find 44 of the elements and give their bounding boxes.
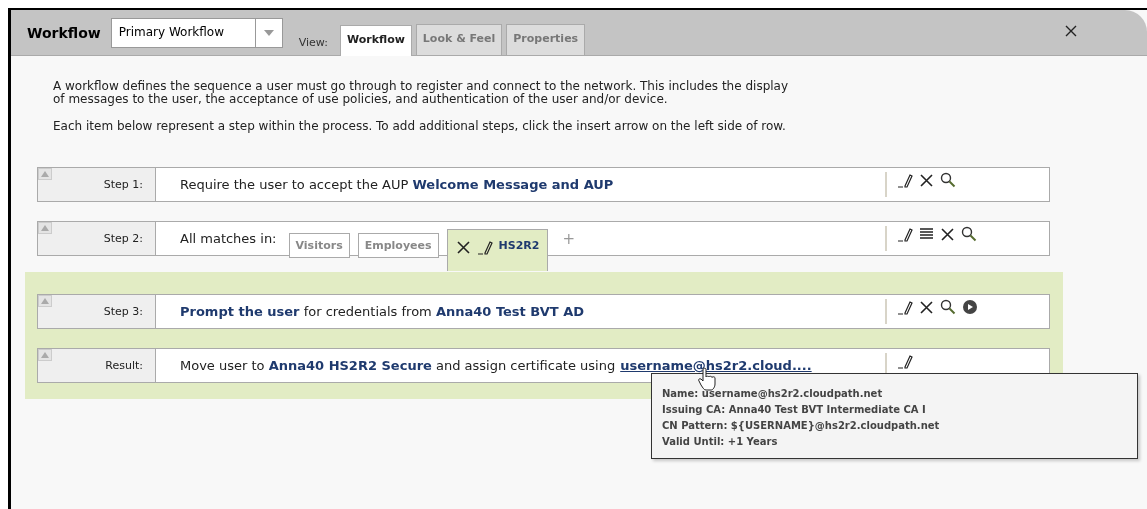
branch-tab[interactable]: Employees (357, 233, 439, 258)
step-text: Require the user to accept the AUP Welcome Message and AUP (180, 177, 614, 192)
certificate-link[interactable]: username@hs2r2.cloud.... (620, 358, 812, 373)
pencil-icon[interactable] (897, 353, 913, 369)
step-label: Step 3: (103, 305, 143, 318)
list-icon[interactable] (919, 226, 934, 242)
tooltip-line: CN Pattern: ${USERNAME}@hs2r2.cloudpath.net (662, 419, 941, 434)
step-text: Move user to Anna40 HS2R2 Secure and assign certificate using username@hs2r2.cloud.... (180, 358, 812, 373)
delete-icon[interactable] (919, 299, 934, 315)
caret-icon (263, 29, 274, 36)
branch-label: HS2R2 (498, 239, 540, 254)
intro-paragraph: Each item below represent a step within the process. To add additional steps, click the insert arrow on the left side of row. (53, 120, 787, 133)
tooltip-line: Issuing CA: Anna40 Test BVT Intermediate CA I (662, 403, 927, 417)
pencil-icon[interactable] (897, 299, 913, 315)
view-tab[interactable]: Look & Feel (415, 24, 503, 55)
pencil-icon[interactable] (897, 226, 913, 242)
search-icon[interactable] (940, 172, 956, 188)
search-icon[interactable] (961, 226, 977, 242)
view-tab[interactable]: Workflow (339, 25, 412, 56)
pencil-icon[interactable] (897, 172, 913, 188)
branch-label: Visitors (295, 239, 343, 252)
delete-icon[interactable] (455, 239, 471, 255)
step-label: Step 2: (103, 232, 143, 245)
window-title: Workflow (27, 24, 101, 41)
step-label: Step 1: (103, 178, 143, 191)
add-branch-button[interactable]: + (562, 229, 575, 248)
pencil-icon[interactable] (476, 239, 493, 255)
step-text: All matches in: (180, 231, 277, 246)
play-icon[interactable] (962, 299, 978, 315)
view-label: View: (298, 36, 328, 49)
workflow-select[interactable]: Primary Workflow (110, 17, 283, 48)
branch-tab[interactable]: HS2R2 (446, 229, 549, 271)
intro-paragraph: A workflow defines the sequence a user must go through to register and connect to the network. This includes the display of messages to the user, the acceptance of use policies, and authentication of the user and/or device. (53, 80, 790, 106)
tooltip-line: Valid Until: +1 Years (662, 435, 779, 449)
delete-icon[interactable] (940, 226, 955, 242)
step-label: Result: (105, 359, 143, 372)
search-icon[interactable] (940, 299, 956, 315)
view-tab[interactable]: Properties (506, 24, 586, 55)
branch-tab[interactable]: Visitors (288, 233, 350, 258)
delete-icon[interactable] (919, 172, 934, 188)
step-text: Prompt the user for credentials from Anna40 Test BVT AD (180, 304, 584, 319)
tooltip-line: Name: username@hs2r2.cloudpath.net (662, 387, 884, 401)
close-icon[interactable] (1065, 25, 1077, 37)
branch-label: Employees (364, 239, 432, 252)
